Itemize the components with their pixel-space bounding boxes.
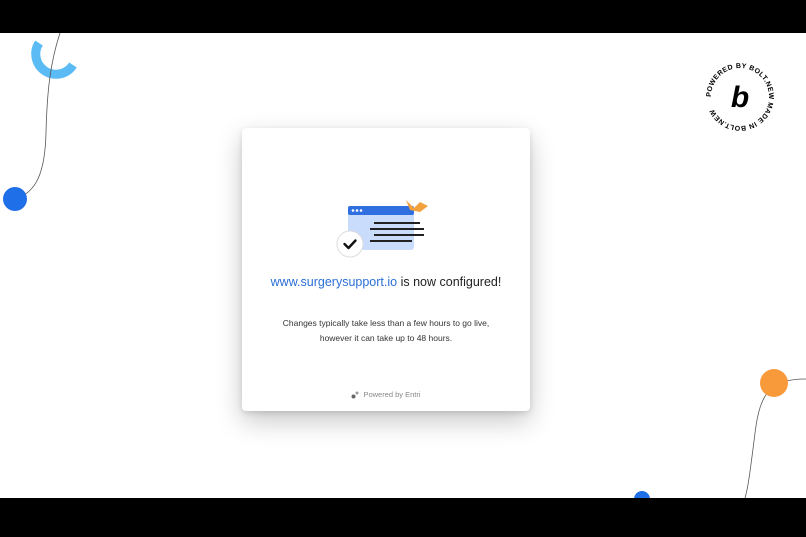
blue-dot [3, 187, 27, 211]
dialog-title: www.surgerysupport.io is now configured! [262, 274, 510, 290]
orange-dot [760, 369, 788, 397]
configured-domain[interactable]: www.surgerysupport.io [271, 275, 397, 289]
page-background: POWERED BY BOLT.NEW MADE IN BOLT.NEW b w… [0, 33, 806, 498]
powered-by-footer[interactable]: Powered by Entri [242, 390, 530, 399]
success-dialog: www.surgerysupport.io is now configured!… [242, 128, 530, 411]
title-suffix: is now configured! [397, 275, 502, 289]
dialog-description: Changes typically take less than a few h… [282, 318, 490, 343]
blue-dot-bottom [634, 491, 650, 498]
powered-by-label: Powered by Entri [363, 390, 421, 399]
configured-illustration [336, 200, 428, 258]
entri-logo-icon [351, 391, 359, 398]
light-blue-arc [31, 40, 77, 79]
bolt-badge[interactable]: POWERED BY BOLT.NEW MADE IN BOLT.NEW b [702, 59, 778, 135]
bolt-logo-icon: b [731, 81, 749, 114]
check-circle [336, 230, 364, 258]
